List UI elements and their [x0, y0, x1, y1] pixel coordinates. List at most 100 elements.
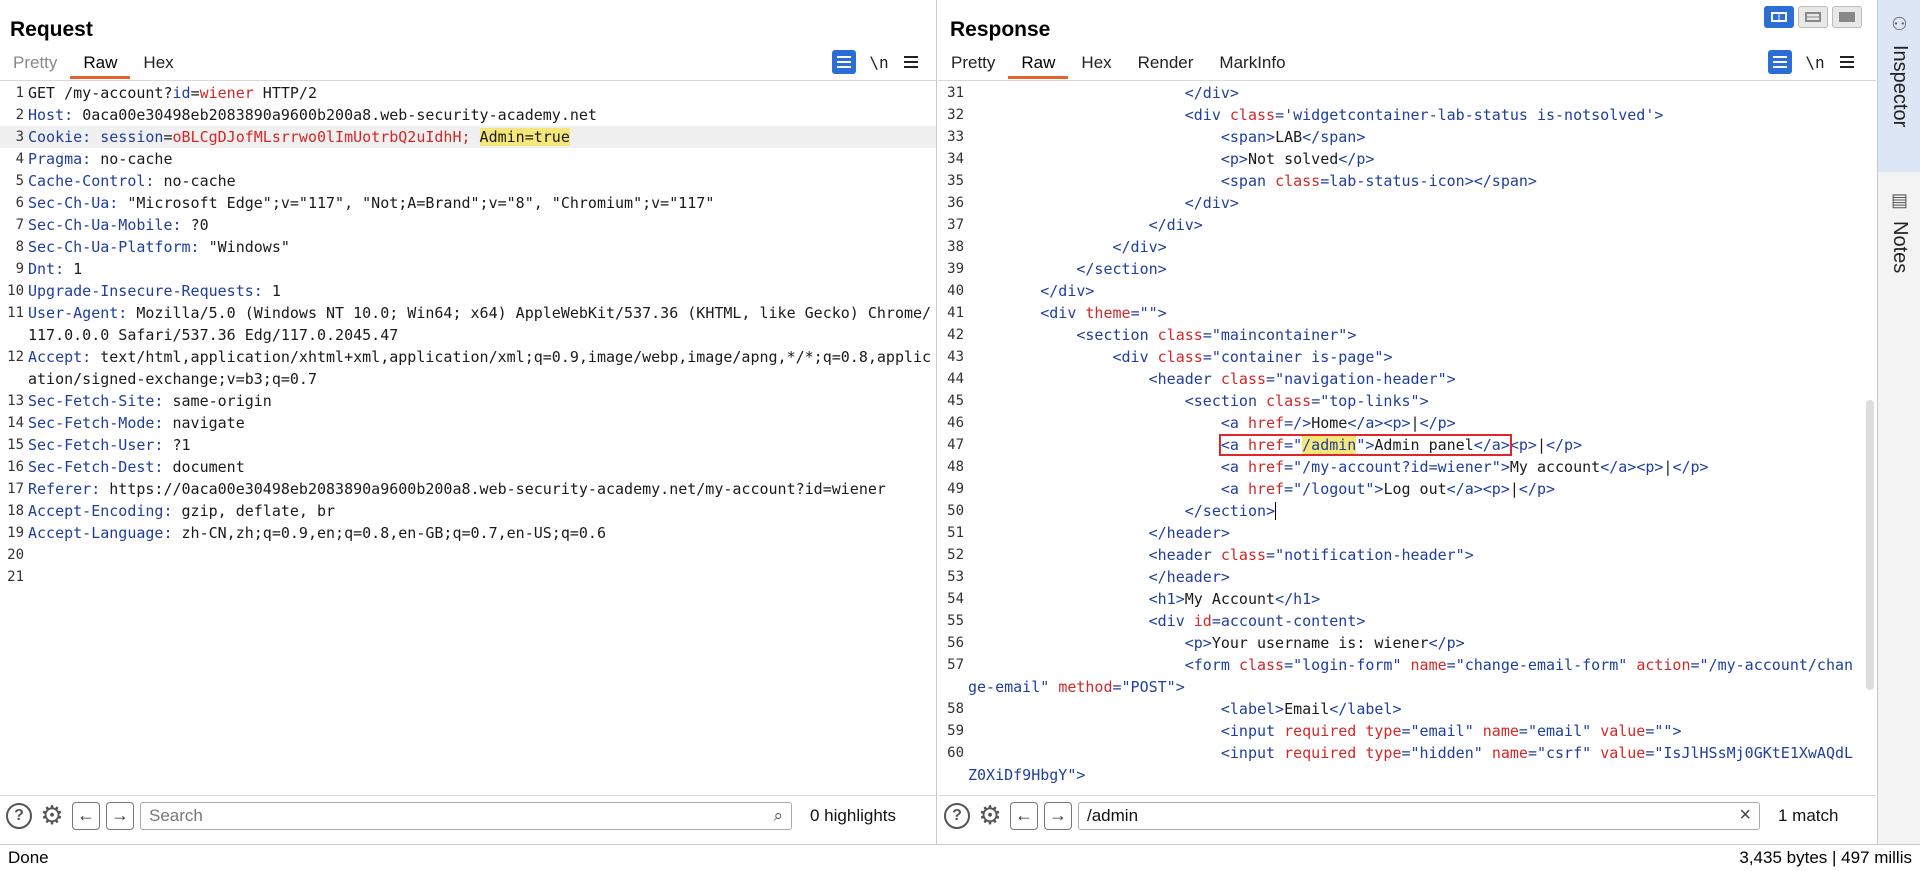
code-token: navigate — [172, 414, 245, 432]
code-line: 56 <p>Your username is: wiener</p> — [938, 632, 1862, 654]
code-line: 2 Host: 0aca00e30498eb2083890a9600b200a8.… — [0, 104, 936, 126]
code-token: </header> — [1148, 524, 1230, 542]
tab-hex[interactable]: Hex — [130, 50, 186, 79]
code-line: 7 Sec-Ch-Ua-Mobile: ?0 — [0, 214, 936, 236]
layout-stacked-button[interactable] — [1798, 6, 1828, 28]
code-token: = — [1266, 370, 1276, 388]
response-menu-icon[interactable] — [1838, 54, 1858, 70]
code-token: </div> — [1184, 84, 1239, 102]
code-token: > — [1347, 326, 1357, 344]
previous-arrow-icon[interactable]: ← — [1010, 801, 1038, 830]
tab-markinfo[interactable]: MarkInfo — [1206, 50, 1298, 79]
code-token: <header — [1148, 370, 1221, 388]
code-token: text/html,application/xhtml+xml,applicat… — [28, 348, 932, 388]
help-icon[interactable]: ? — [944, 802, 970, 829]
line-number: 41 — [947, 305, 964, 321]
gear-icon[interactable]: ⚙ — [38, 800, 66, 830]
code-token: </section> — [1076, 260, 1167, 278]
code-token: > — [1672, 722, 1682, 740]
code-text: <p>Your username is: wiener</p> — [966, 632, 1862, 654]
code-token: https://0aca00e30498eb2083890a9600b200a8… — [109, 480, 886, 498]
code-token: <div — [1184, 106, 1230, 124]
code-text: Sec-Ch-Ua-Platform: "Windows" — [26, 236, 936, 258]
line-number: 6 — [15, 195, 24, 211]
code-token: wiener — [199, 84, 254, 102]
line-number: 51 — [947, 525, 964, 541]
wrap-lines-button[interactable] — [832, 50, 856, 74]
response-search-input[interactable] — [1087, 805, 1740, 826]
code-token: class — [1157, 326, 1203, 344]
code-text: </div> — [966, 280, 1862, 302]
code-token: </h1> — [1275, 590, 1321, 608]
code-token: <p> — [1482, 480, 1510, 498]
tab-pretty[interactable]: Pretty — [938, 50, 1008, 79]
clear-search-icon[interactable]: × — [1739, 804, 1751, 827]
sidebar-tab-inspector[interactable]: ⚇ Inspector — [1878, 0, 1920, 172]
line-number: 32 — [947, 107, 964, 123]
code-token: "csrf" — [1536, 744, 1592, 762]
line-number: 37 — [947, 217, 964, 233]
show-newlines-button[interactable]: \n — [868, 53, 890, 72]
code-line: 50 </section> — [938, 500, 1862, 522]
sidebar-tab-notes[interactable]: ▤ Notes — [1878, 176, 1920, 296]
status-bar: Done 3,435 bytes | 497 millis — [0, 844, 1920, 871]
next-arrow-icon[interactable]: → — [1044, 801, 1072, 830]
code-token: > — [1175, 678, 1185, 696]
code-line: 43 <div class="container is-page"> — [938, 346, 1862, 368]
layout-single-button[interactable] — [1832, 6, 1862, 28]
code-line: 17 Referer: https://0aca00e30498eb2083890… — [0, 478, 936, 500]
code-token: = — [1401, 722, 1411, 740]
code-token: = — [1211, 612, 1221, 630]
code-token: = — [1311, 392, 1321, 410]
code-token: <form — [1184, 656, 1239, 674]
request-editor[interactable]: 1 GET /my-account?id=wiener HTTP/2 2 Host: … — [0, 82, 936, 792]
tab-raw[interactable]: Raw — [1008, 50, 1069, 79]
code-line: 6 Sec-Ch-Ua: "Microsoft Edge";v="117", "N… — [0, 192, 936, 214]
help-icon[interactable]: ? — [6, 802, 32, 829]
wrap-lines-button[interactable] — [1768, 50, 1792, 74]
line-number: 7 — [15, 217, 24, 233]
next-arrow-icon[interactable]: → — [106, 801, 134, 830]
request-search-input[interactable] — [149, 805, 774, 826]
code-line: 41 <div theme=""> — [938, 302, 1862, 324]
code-token: = — [1690, 656, 1700, 674]
code-token: <a — [1220, 480, 1248, 498]
code-text: Sec-Ch-Ua-Mobile: ?0 — [26, 214, 936, 236]
tab-hex[interactable]: Hex — [1068, 50, 1124, 79]
request-menu-icon[interactable] — [902, 54, 922, 70]
code-token: class — [1220, 546, 1267, 564]
tab-render[interactable]: Render — [1125, 50, 1207, 79]
tab-raw[interactable]: Raw — [70, 50, 131, 79]
show-newlines-button[interactable]: \n — [1804, 53, 1826, 72]
code-text: <a href=/>Home</a><p>|</p> — [966, 412, 1862, 434]
code-token: "POST" — [1121, 678, 1176, 696]
response-scrollbar[interactable] — [1866, 400, 1874, 690]
code-token: <div — [1112, 348, 1158, 366]
code-token: = — [1284, 480, 1294, 498]
response-editor[interactable]: 31 </div> 32 <div class='widgetcontainer-… — [938, 82, 1862, 792]
layout-toggle-group — [1764, 6, 1862, 28]
previous-arrow-icon[interactable]: ← — [72, 801, 100, 830]
code-text: <section class="top-links"> — [966, 390, 1862, 412]
request-tab-tools: \n — [832, 50, 922, 74]
status-text: Done — [8, 848, 49, 867]
layout-side-by-side-button[interactable] — [1764, 6, 1794, 28]
code-text: </header> — [966, 566, 1862, 588]
inspector-icon: ⚇ — [1891, 14, 1908, 34]
gear-icon[interactable]: ⚙ — [976, 800, 1004, 830]
code-token: = — [1284, 656, 1294, 674]
match-count: 1 match — [1778, 805, 1839, 825]
code-token: <header — [1148, 546, 1221, 564]
line-number: 8 — [15, 239, 24, 255]
code-token: > — [1302, 414, 1312, 432]
line-number: 3 — [15, 129, 24, 145]
tab-pretty[interactable]: Pretty — [0, 50, 70, 79]
code-line: 49 <a href="/logout">Log out</a><p>|</p> — [938, 478, 1862, 500]
code-token: > — [1464, 546, 1474, 564]
code-token: Mozilla/5.0 (Windows NT 10.0; Win64; x64… — [28, 304, 932, 344]
response-stats: 3,435 bytes | 497 millis — [1739, 848, 1912, 867]
